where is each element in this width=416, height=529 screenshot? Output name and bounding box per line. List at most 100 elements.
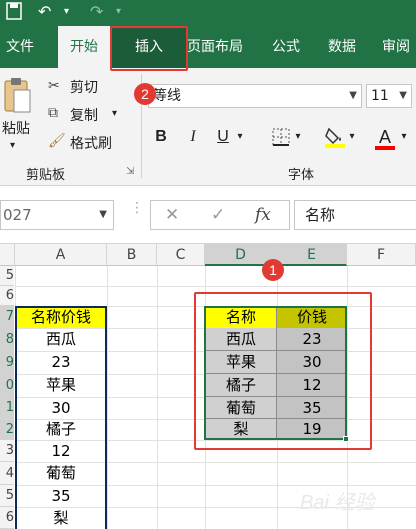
tab-data[interactable]: 数据 — [318, 26, 366, 68]
cell-a7[interactable]: 名称价钱 — [15, 306, 107, 328]
formula-input[interactable]: 名称 — [294, 200, 416, 230]
font-color-dropdown-icon[interactable]: ▾ — [398, 124, 410, 150]
underline-button[interactable]: U — [210, 124, 236, 150]
cell-e9[interactable]: 30 — [277, 351, 347, 374]
font-group-label: 字体 — [288, 168, 315, 183]
select-all-corner[interactable] — [0, 244, 15, 266]
fill-color-icon[interactable] — [322, 124, 348, 150]
cell-e12[interactable]: 19 — [277, 419, 347, 440]
chevron-down-icon: ▼ — [99, 209, 107, 220]
font-color-button[interactable]: A — [372, 124, 398, 150]
fill-handle[interactable] — [343, 436, 349, 442]
clipboard-launcher-icon[interactable]: ⇲ — [126, 166, 134, 177]
column-header-c[interactable]: C — [157, 244, 205, 266]
cut-button[interactable]: 剪切 — [70, 77, 98, 97]
gridline — [15, 286, 416, 287]
tab-home[interactable]: 开始 — [58, 26, 110, 68]
chevron-down-icon: ▼ — [349, 90, 357, 101]
font-size-select[interactable]: 11 ▼ — [366, 84, 412, 108]
watermark: Bai 经验 — [300, 492, 375, 514]
tab-page-layout[interactable]: 页面布局 — [180, 26, 250, 68]
copy-button[interactable]: 复制 — [70, 105, 98, 125]
column-header-a[interactable]: A — [15, 244, 107, 266]
cell-e10[interactable]: 12 — [277, 374, 347, 397]
font-name-select[interactable]: 等线 ▼ — [148, 84, 362, 108]
paste-dropdown-icon[interactable]: ▾ — [10, 140, 15, 151]
cell-e8[interactable]: 23 — [277, 328, 347, 351]
save-icon[interactable] — [6, 2, 22, 25]
row-header[interactable]: 9 — [0, 351, 14, 374]
undo-icon[interactable]: ↶ — [38, 2, 51, 22]
underline-dropdown-icon[interactable]: ▾ — [234, 124, 246, 150]
cell-d7[interactable]: 名称 — [205, 306, 277, 328]
cell-a12[interactable]: 橘子 — [15, 419, 107, 440]
row-header[interactable]: 3 — [0, 440, 14, 462]
ribbon-home: 粘贴 ▾ ✂ 剪切 ⧉ 复制 ▾ 🖌 格式刷 剪贴板 ⇲ 等线 ▼ 11 ▼ B… — [0, 68, 416, 186]
font-size-value: 11 — [371, 88, 389, 104]
paste-button[interactable]: 粘贴 — [2, 118, 30, 138]
copy-dropdown-icon[interactable]: ▾ — [112, 108, 117, 119]
column-headers: A B C D E F — [0, 244, 416, 266]
tab-file[interactable]: 文件 — [0, 26, 40, 68]
cell-d8[interactable]: 西瓜 — [205, 328, 277, 351]
italic-button[interactable]: I — [180, 124, 206, 150]
tab-formulas[interactable]: 公式 — [262, 26, 310, 68]
insert-function-button[interactable]: fx — [255, 201, 271, 229]
row-header[interactable]: 0 — [0, 374, 14, 397]
paste-icon[interactable] — [2, 76, 32, 116]
bold-button[interactable]: B — [148, 124, 174, 150]
cell-d10[interactable]: 橘子 — [205, 374, 277, 397]
column-header-b[interactable]: B — [107, 244, 157, 266]
cell-a15[interactable]: 35 — [15, 485, 107, 507]
chevron-down-icon: ▼ — [399, 90, 407, 101]
redo-icon[interactable]: ↷ — [90, 2, 103, 22]
row-header[interactable]: 4 — [0, 462, 14, 485]
cell-a11[interactable]: 30 — [15, 397, 107, 419]
tab-insert[interactable]: 插入 — [112, 26, 186, 68]
confirm-icon[interactable]: ✓ — [211, 201, 225, 229]
step-1-badge: 1 — [262, 259, 284, 281]
cell-a14[interactable]: 葡萄 — [15, 462, 107, 485]
cell-d12[interactable]: 梨 — [205, 419, 277, 440]
cancel-icon[interactable]: ✕ — [165, 201, 179, 229]
format-painter-icon[interactable]: 🖌 — [48, 133, 66, 149]
cell-a13[interactable]: 12 — [15, 440, 107, 462]
title-bar: ↶ ▾ ↷ ▾ — [0, 0, 416, 26]
formula-bar: 027 ▼ ⋮ ✕ ✓ fx 名称 — [0, 186, 416, 244]
cell-e11[interactable]: 35 — [277, 397, 347, 419]
clipboard-group-label: 剪贴板 — [26, 168, 66, 183]
cell-a8[interactable]: 西瓜 — [15, 328, 107, 351]
row-header[interactable]: 6 — [0, 286, 14, 306]
cut-icon[interactable]: ✂ — [48, 78, 60, 94]
row-header[interactable]: 7 — [0, 306, 14, 328]
format-painter-button[interactable]: 格式刷 — [70, 133, 112, 153]
copy-icon[interactable]: ⧉ — [48, 105, 58, 121]
row-header[interactable]: 5 — [0, 485, 14, 507]
row-header[interactable]: 1 — [0, 397, 14, 419]
borders-icon[interactable] — [268, 124, 294, 150]
row-header[interactable]: 5 — [0, 266, 14, 286]
drag-handle-icon[interactable]: ⋮ — [130, 201, 144, 215]
name-box[interactable]: 027 ▼ — [0, 200, 114, 230]
undo-dropdown-icon[interactable]: ▾ — [64, 2, 69, 22]
cell-e7[interactable]: 价钱 — [277, 306, 347, 328]
font-color-letter: A — [378, 127, 391, 147]
formula-buttons: ✕ ✓ fx — [150, 200, 290, 230]
cell-a10[interactable]: 苹果 — [15, 374, 107, 397]
tab-review[interactable]: 审阅 — [376, 26, 416, 68]
font-color-swatch — [375, 146, 395, 150]
cell-d9[interactable]: 苹果 — [205, 351, 277, 374]
cell-d11[interactable]: 葡萄 — [205, 397, 277, 419]
row-header[interactable]: 6 — [0, 507, 14, 529]
borders-dropdown-icon[interactable]: ▾ — [292, 124, 304, 150]
cell-a9[interactable]: 23 — [15, 351, 107, 374]
fill-color-dropdown-icon[interactable]: ▾ — [346, 124, 358, 150]
column-header-f[interactable]: F — [347, 244, 416, 266]
column-divider — [276, 306, 277, 440]
column-header-e[interactable]: E — [277, 244, 347, 266]
ribbon-tabs: 文件 开始 插入 页面布局 公式 数据 审阅 — [0, 26, 416, 68]
cell-a16[interactable]: 梨 — [15, 507, 107, 529]
redo-dropdown-icon[interactable]: ▾ — [116, 2, 121, 22]
row-header[interactable]: 2 — [0, 419, 14, 440]
row-header[interactable]: 8 — [0, 328, 14, 351]
